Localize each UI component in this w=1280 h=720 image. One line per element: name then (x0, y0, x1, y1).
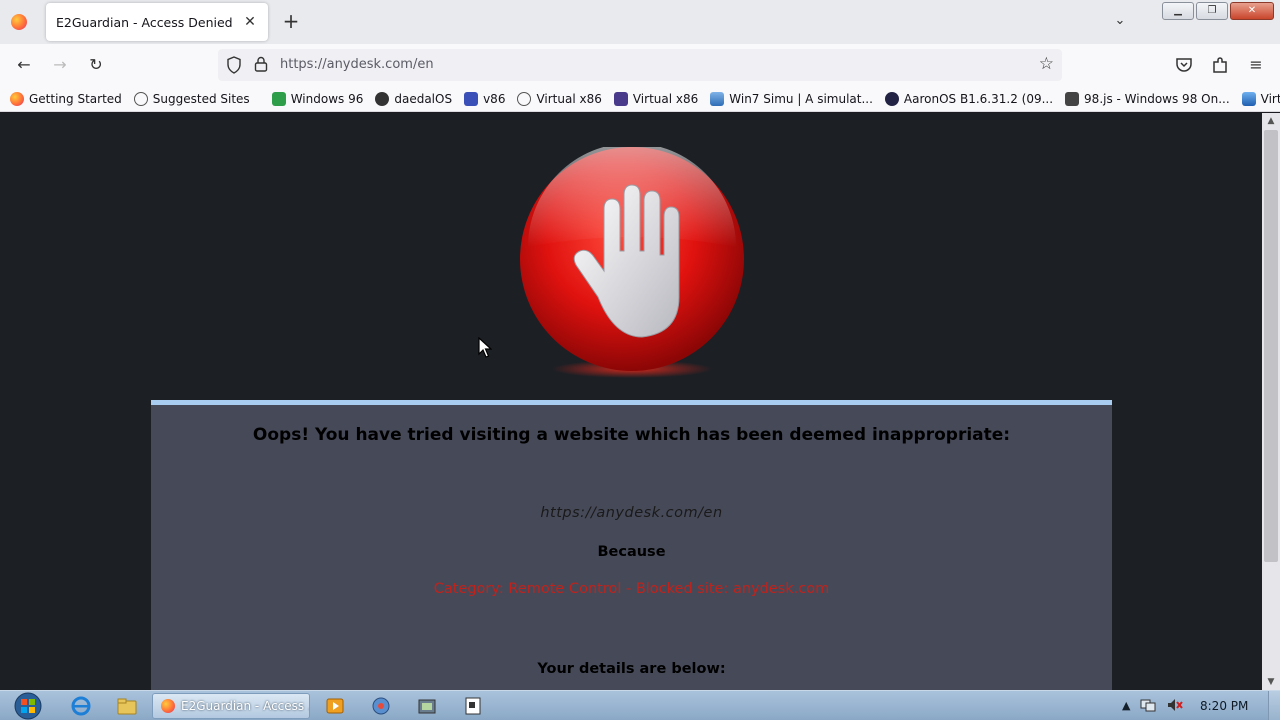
bookmark-label: Virtual x86 (536, 91, 602, 106)
v86-icon (464, 91, 479, 106)
list-all-tabs-icon[interactable]: ⌄ (1110, 10, 1130, 32)
taskbar-clock[interactable]: 8:20 PM (1200, 699, 1248, 713)
bookmark-label: Win7 Simu | A simulat... (729, 91, 873, 106)
bookmark-virtual-x86[interactable]: Virtual x86 (517, 91, 602, 106)
windows96-icon (271, 91, 286, 106)
app-window-icon[interactable] (416, 695, 438, 717)
show-hidden-icons-icon[interactable]: ▲ (1122, 699, 1130, 712)
globe-icon (133, 91, 148, 106)
vertical-scrollbar[interactable]: ▲ ▼ (1262, 113, 1280, 690)
firefox-icon (161, 699, 175, 713)
network-icon[interactable] (1140, 697, 1156, 713)
bookmark-windows-96[interactable]: Windows 96 (271, 91, 364, 106)
block-reason: Category: Remote Control - Blocked site:… (433, 581, 830, 597)
bookmark-label: Suggested Sites (152, 91, 250, 106)
address-bar[interactable]: https://anydesk.com/en ☆ (218, 49, 1062, 81)
bookmark-daedalos[interactable]: daedalOS (375, 91, 453, 106)
forward-icon[interactable]: → (49, 54, 71, 76)
block-headline: Oops! You have tried visiting a website … (252, 425, 1011, 445)
bookmarks-toolbar: Getting Started Suggested Sites Windows … (0, 86, 1280, 112)
tab-close-icon[interactable]: ✕ (242, 14, 258, 30)
bookmark-label: 98.js - Windows 98 On... (1084, 91, 1230, 106)
bookmark-virtual-x86-2[interactable]: Virtual x86 (613, 91, 699, 106)
firefox-icon[interactable] (0, 0, 38, 44)
details-heading: Your details are below: (537, 661, 726, 677)
scrollbar-thumb[interactable] (1264, 130, 1278, 562)
extensions-icon[interactable] (1211, 56, 1229, 74)
message-panel: Oops! You have tried visiting a website … (151, 400, 1112, 690)
url-text: https://anydesk.com/en (280, 57, 434, 72)
bookmark-getting-started[interactable]: Getting Started (10, 91, 122, 106)
virtualxp-icon (1241, 91, 1256, 106)
page-content: Oops! You have tried visiting a website … (0, 113, 1262, 690)
close-window-button[interactable]: ✕ (1230, 2, 1274, 20)
windows98-icon (1065, 91, 1080, 106)
blocked-url: https://anydesk.com/en (540, 505, 723, 521)
daedalos-icon (375, 91, 390, 106)
mouse-cursor-icon (478, 337, 492, 358)
stop-hand-icon (520, 147, 744, 378)
start-button[interactable] (10, 691, 46, 720)
bookmark-98js[interactable]: 98.js - Windows 98 On... (1065, 91, 1230, 106)
reload-icon[interactable]: ↻ (85, 54, 107, 76)
scroll-down-icon[interactable]: ▼ (1262, 674, 1280, 690)
taskbar-firefox-window[interactable]: E2Guardian - Access ... (152, 693, 310, 719)
scroll-up-icon[interactable]: ▲ (1262, 113, 1280, 129)
bookmark-label: Getting Started (29, 91, 122, 106)
bookmark-label: Virtual x86 (632, 91, 699, 106)
globe-icon (517, 91, 532, 106)
space-invader-icon (613, 91, 628, 106)
bookmark-v86[interactable]: v86 (464, 91, 506, 106)
bookmark-aaronos[interactable]: AaronOS B1.6.31.2 (09... (884, 91, 1054, 106)
volume-muted-icon[interactable] (1166, 697, 1184, 713)
bookmark-label: v86 (483, 91, 506, 106)
back-icon[interactable]: ← (13, 54, 35, 76)
navigation-bar: ← → ↻ https://anydesk.com/en ☆ ≡ (0, 44, 1280, 86)
bookmark-star-icon[interactable]: ☆ (1039, 54, 1054, 74)
taskbar-window-label: E2Guardian - Access ... (181, 699, 310, 713)
win7-icon (710, 91, 725, 106)
bookmark-suggested-sites[interactable]: Suggested Sites (133, 91, 250, 106)
minimize-button[interactable]: ▁ (1162, 2, 1194, 20)
bookmark-label: Windows 96 (290, 91, 364, 106)
media-player-icon[interactable] (324, 695, 346, 717)
restore-button[interactable]: ❐ (1196, 2, 1228, 20)
bookmark-label: daedalOS (394, 91, 453, 106)
windows-taskbar: E2Guardian - Access ... ▲ 8:20 PM (0, 690, 1280, 720)
network-app-icon[interactable] (370, 695, 392, 717)
bookmark-virtualxp[interactable]: VirtualXP (1241, 91, 1280, 106)
tab-strip: E2Guardian - Access Denied ✕ + ⌄ ▁ ❐ ✕ (0, 0, 1280, 44)
show-desktop-button[interactable] (1268, 691, 1280, 720)
window-controls: ▁ ❐ ✕ (1162, 2, 1274, 20)
pocket-icon[interactable] (1175, 56, 1193, 74)
tracking-protection-shield-icon[interactable] (226, 56, 242, 74)
bookmark-label: AaronOS B1.6.31.2 (09... (903, 91, 1054, 106)
lock-icon[interactable] (254, 56, 268, 72)
aaronos-icon (884, 91, 899, 106)
new-tab-button[interactable]: + (280, 10, 302, 32)
menu-icon[interactable]: ≡ (1245, 54, 1267, 76)
because-label: Because (597, 544, 666, 560)
firefox-icon (10, 91, 24, 106)
file-explorer-icon[interactable] (116, 695, 138, 717)
tab-active[interactable]: E2Guardian - Access Denied ✕ (46, 3, 268, 41)
bookmark-win7-simu[interactable]: Win7 Simu | A simulat... (710, 91, 873, 106)
system-tray: ▲ (1122, 697, 1184, 713)
bookmark-label: VirtualXP (1260, 91, 1280, 106)
document-app-icon[interactable] (462, 695, 484, 717)
internet-explorer-icon[interactable] (70, 695, 92, 717)
tab-title: E2Guardian - Access Denied (56, 14, 233, 30)
